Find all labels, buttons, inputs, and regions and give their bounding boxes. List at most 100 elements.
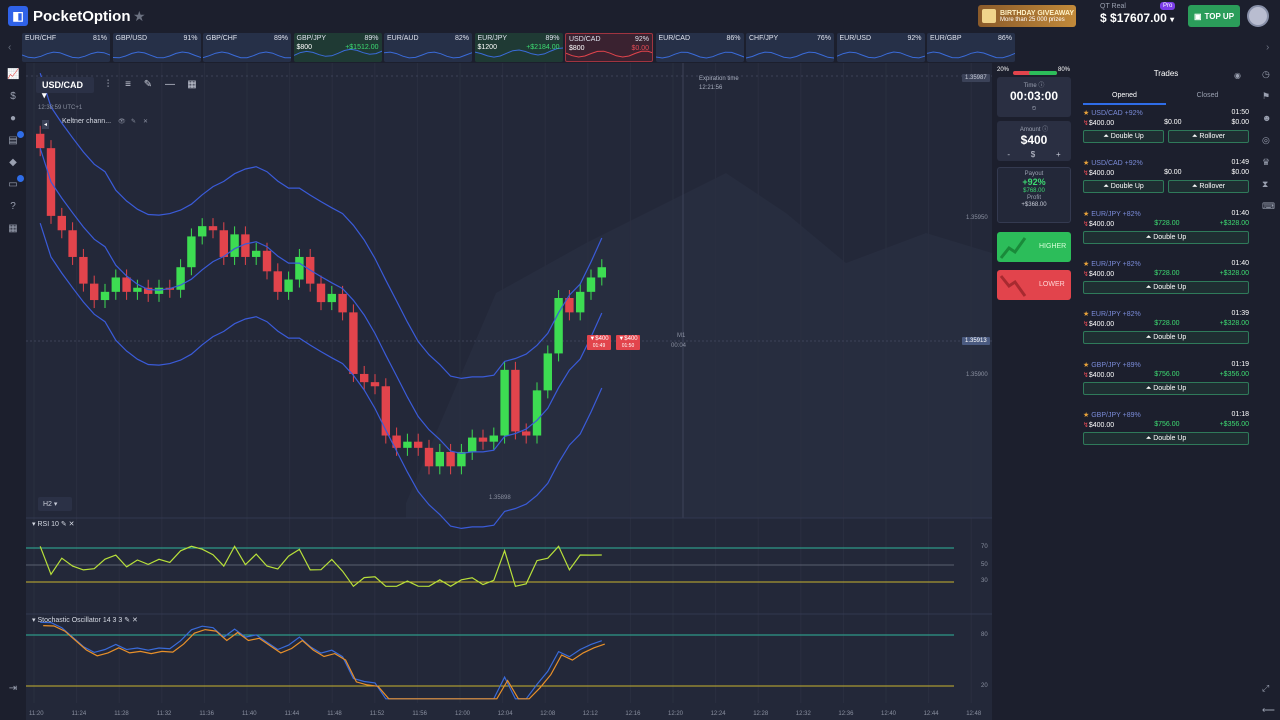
- ticker-prev-icon[interactable]: ‹: [8, 42, 11, 53]
- double-up-button[interactable]: ⏶ Double Up: [1083, 431, 1249, 445]
- trade-amount: $400.00: [1088, 421, 1115, 429]
- chart-area[interactable]: USD/CAD ▾ ⫶ ≡ ✎ — ▦ 12:38:59 UTC+1 ◂ Kel…: [26, 63, 992, 720]
- double-up-button[interactable]: ⏶ Double Up: [1083, 331, 1249, 345]
- chart-canvas[interactable]: [26, 63, 992, 720]
- ticker-card[interactable]: USD/CAD 92% $800 $0.00: [565, 33, 653, 62]
- candle: [295, 256, 304, 280]
- signals-icon[interactable]: ⚑: [1262, 91, 1270, 102]
- double-up-button[interactable]: ⏶ Double Up: [1083, 280, 1249, 294]
- keyboard-icon[interactable]: ⌨: [1262, 201, 1275, 212]
- trade-marker[interactable]: ▼$400 01:49: [587, 335, 611, 350]
- amount-plus-button[interactable]: +: [1056, 150, 1061, 159]
- ticker-card[interactable]: GBP/USD 91%: [112, 33, 201, 62]
- social-icon[interactable]: ☻: [1262, 113, 1271, 123]
- trade-pair: GBP/JPY +89%: [1091, 361, 1141, 369]
- x-axis-label: 12:32: [795, 711, 811, 717]
- promo-banner[interactable]: BIRTHDAY GIVEAWAY More than 25 000 prize…: [978, 5, 1076, 27]
- trade-marker[interactable]: ▼$400 01:50: [616, 335, 640, 350]
- timeframe-selector[interactable]: H2 ▾: [38, 497, 72, 511]
- favorite-star-icon[interactable]: ★: [133, 8, 146, 25]
- rollover-button[interactable]: ⏶ Rollover: [1168, 130, 1249, 143]
- amount-box[interactable]: Amount ⓘ $400 - $ +: [997, 121, 1071, 161]
- x-axis-label: 12:40: [881, 711, 897, 717]
- trades-icon[interactable]: ◷: [1262, 69, 1270, 80]
- trade-pair: EUR/JPY +82%: [1091, 260, 1141, 268]
- express-icon[interactable]: ◎: [1262, 135, 1270, 146]
- expiration-time: 12:21:56: [699, 85, 723, 91]
- ticker-card[interactable]: EUR/AUD 82%: [384, 33, 472, 62]
- ticker-name: EUR/JPY: [477, 35, 508, 42]
- asset-selector[interactable]: USD/CAD ▾: [36, 77, 94, 100]
- finance-icon[interactable]: $: [7, 91, 19, 103]
- ticker-card[interactable]: GBP/CHF 89%: [203, 33, 291, 62]
- line-tool-icon[interactable]: —: [162, 77, 178, 93]
- brand-logo[interactable]: ◧ PocketOption: [8, 6, 131, 26]
- chat-badge: [17, 175, 24, 182]
- ticker-card[interactable]: CHF/JPY 76%: [746, 33, 834, 62]
- ticker-card[interactable]: GBP/JPY 89% $800 +$1512.00: [293, 33, 382, 62]
- settings-icon[interactable]: ◉: [1234, 71, 1241, 80]
- price-low-label: 1.35898: [489, 495, 511, 501]
- ticker-card[interactable]: EUR/GBP 86%: [927, 33, 1015, 62]
- candle: [500, 369, 509, 436]
- rollover-button[interactable]: ⏶ Rollover: [1168, 180, 1249, 194]
- time-value[interactable]: 00:03:00: [997, 89, 1071, 103]
- profile-icon[interactable]: ●: [7, 113, 19, 125]
- double-up-button[interactable]: ⏶ Double Up: [1083, 381, 1249, 395]
- candle: [187, 236, 196, 268]
- candle: [414, 441, 423, 448]
- chart-type-icon[interactable]: ⫶: [100, 77, 116, 93]
- gift-box-icon[interactable]: ▦: [7, 223, 19, 235]
- tab-opened[interactable]: Opened: [1083, 89, 1166, 105]
- candle: [478, 437, 488, 442]
- lower-button[interactable]: LOWER: [997, 270, 1071, 300]
- hourglass-icon[interactable]: ⧗: [1262, 179, 1268, 190]
- candle: [327, 293, 336, 303]
- indicators-icon[interactable]: ≡: [120, 77, 136, 93]
- time-box[interactable]: Time ⓘ 00:03:00 ⏲: [997, 77, 1071, 117]
- candle: [403, 441, 412, 448]
- collapse-icon[interactable]: ◂: [42, 120, 50, 129]
- trade-result: $0.00: [1231, 119, 1249, 126]
- higher-button[interactable]: HIGHER: [997, 232, 1071, 262]
- trade-item: ★ GBP/JPY +89% 01:19 ↯$400.00 $756.00 +$356.…: [1083, 361, 1249, 395]
- tournaments-icon[interactable]: ♛: [1262, 157, 1270, 168]
- help-icon[interactable]: ?: [7, 201, 19, 213]
- double-up-button[interactable]: ⏶ Double Up: [1083, 230, 1249, 244]
- ticker-card[interactable]: EUR/JPY 89% $1200 +$2184.00: [474, 33, 563, 62]
- clock-icon[interactable]: ⏲: [997, 103, 1071, 113]
- ticker-name: EUR/CAD: [658, 35, 691, 42]
- back-icon[interactable]: ⟵: [1262, 705, 1275, 716]
- amount-value[interactable]: $400: [997, 133, 1071, 147]
- star-icon: ★: [1083, 160, 1090, 168]
- ticker-card[interactable]: EUR/USD 92%: [836, 33, 925, 62]
- payout-value: $768.00: [1023, 188, 1045, 194]
- trade-amount: $400.00: [1088, 270, 1115, 278]
- drawing-icon[interactable]: ✎: [140, 77, 156, 93]
- avatar[interactable]: [1247, 5, 1269, 27]
- tab-closed[interactable]: Closed: [1166, 89, 1249, 105]
- logout-icon[interactable]: ⇥: [7, 683, 19, 695]
- market-badge: [17, 131, 24, 138]
- brand-name: PocketOption: [33, 7, 131, 25]
- currency-toggle[interactable]: $: [1031, 150, 1035, 159]
- chart-icon[interactable]: 📈: [7, 69, 19, 81]
- achievements-icon[interactable]: ◆: [7, 157, 19, 169]
- trades-title: Trades: [1153, 69, 1179, 78]
- edit-icon[interactable]: ✎: [131, 118, 136, 125]
- eye-icon[interactable]: 👁: [118, 118, 126, 125]
- close-icon[interactable]: ✕: [143, 118, 148, 125]
- trade-payout: $756.00: [1154, 420, 1180, 428]
- candle: [316, 283, 326, 303]
- ticker-card[interactable]: EUR/CHF 81%: [22, 33, 110, 62]
- layout-icon[interactable]: ▦: [184, 77, 200, 93]
- star-icon: ★: [1083, 311, 1090, 319]
- fullscreen-icon[interactable]: ⤢: [1262, 683, 1269, 694]
- candle: [219, 230, 228, 257]
- double-up-button[interactable]: ⏶ Double Up: [1083, 180, 1164, 194]
- amount-minus-button[interactable]: -: [1007, 150, 1010, 159]
- double-up-button[interactable]: ⏶ Double Up: [1083, 130, 1164, 143]
- ticker-card[interactable]: EUR/CAD 86%: [655, 33, 744, 62]
- ticker-next-icon[interactable]: ›: [1266, 42, 1269, 53]
- top-up-button[interactable]: ▣ TOP UP: [1188, 5, 1240, 27]
